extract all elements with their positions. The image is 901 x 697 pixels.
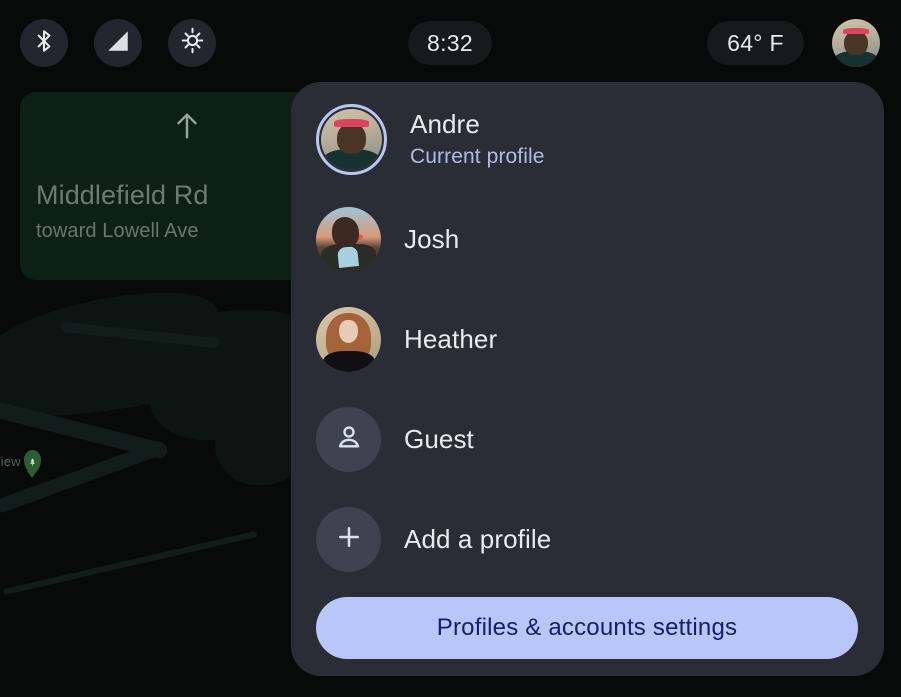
profile-row-andre[interactable]: Andre Current profile <box>291 95 884 183</box>
arrow-up-icon <box>170 106 204 151</box>
map-poi-marker[interactable]: View <box>0 450 41 473</box>
profiles-accounts-settings-button[interactable]: Profiles & accounts settings <box>316 597 858 659</box>
profile-row-heather[interactable]: Heather <box>291 295 884 383</box>
nav-street-name: Middlefield Rd <box>36 180 209 210</box>
profile-row-josh[interactable]: Josh <box>291 195 884 283</box>
brightness-icon <box>179 27 206 59</box>
status-bar-avatar[interactable] <box>832 19 880 67</box>
user-avatar-image <box>832 19 880 67</box>
add-profile-avatar <box>316 506 381 572</box>
profile-switcher-panel: Andre Current profile Josh Heather Guest… <box>291 82 884 676</box>
profile-name: Heather <box>404 323 498 354</box>
bluetooth-icon <box>31 28 57 59</box>
signal-strength-icon <box>105 28 131 59</box>
add-profile-row[interactable]: Add a profile <box>291 495 884 583</box>
current-profile-label: Current profile <box>410 145 545 168</box>
person-icon <box>334 422 364 457</box>
add-profile-label: Add a profile <box>404 523 552 554</box>
map-road <box>2 530 258 596</box>
navigation-card[interactable]: 5 Middlefield Rd toward Lowell Ave <box>20 92 320 280</box>
andre-avatar <box>316 103 387 175</box>
car-infotainment-screen: View 5 Middlefield Rd toward Lowell Ave <box>0 0 901 697</box>
profile-name: Guest <box>404 423 474 454</box>
status-bar: 8:32 64° F <box>0 0 901 86</box>
profile-name: Andre <box>410 109 480 139</box>
josh-avatar <box>316 206 381 272</box>
temperature-display[interactable]: 64° F <box>707 21 804 65</box>
guest-avatar <box>316 406 381 472</box>
andre-avatar-image <box>321 108 382 170</box>
heather-avatar-image <box>316 306 381 372</box>
profile-name: Josh <box>404 223 460 254</box>
nav-toward-text: toward Lowell Ave <box>36 220 199 242</box>
clock: 8:32 <box>408 21 492 65</box>
map-poi-label: View <box>0 454 21 469</box>
plus-icon <box>334 522 364 557</box>
bluetooth-button[interactable] <box>20 19 68 67</box>
profile-row-guest[interactable]: Guest <box>291 395 884 483</box>
park-pin-icon <box>23 450 41 473</box>
heather-avatar <box>316 306 381 372</box>
signal-button[interactable] <box>94 19 142 67</box>
brightness-button[interactable] <box>168 19 216 67</box>
josh-avatar-image <box>316 206 381 272</box>
